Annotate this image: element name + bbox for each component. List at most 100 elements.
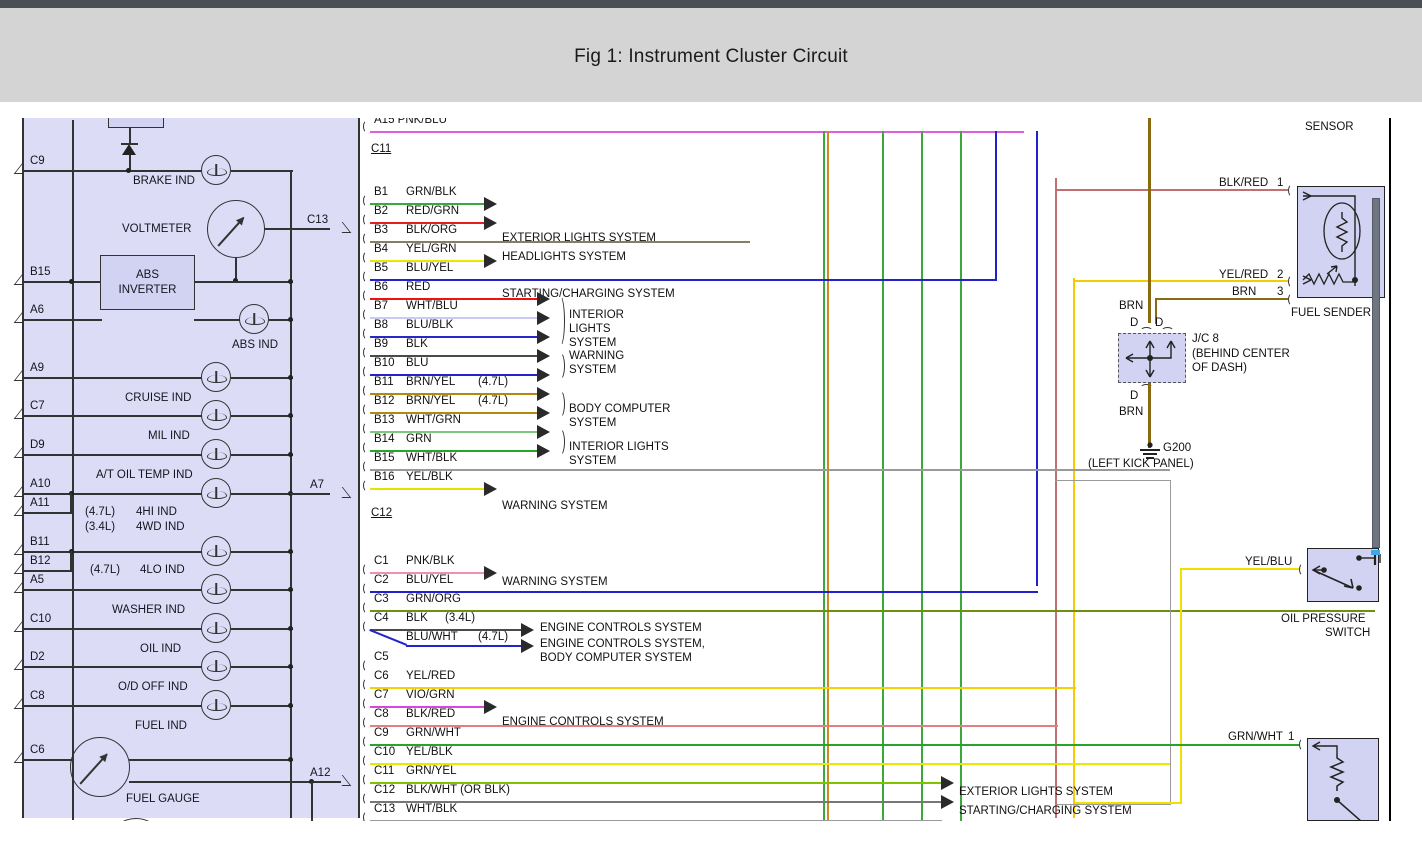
- wiring-diagram-viewport[interactable]: C9 BRAKE IND VOLTMETER C13 B15 ABS INVER…: [0, 118, 1422, 821]
- junction-dot: [288, 587, 293, 592]
- cluster-pin-c6: C6: [30, 744, 45, 756]
- jc8-connector-bottom: [1140, 384, 1153, 391]
- arrow-b7: [537, 311, 550, 325]
- pin-id-b15: B15: [374, 452, 395, 464]
- lower-sensor-internals: [1311, 741, 1362, 821]
- junction-dot: [288, 317, 293, 322]
- wire-oil-pressure-yel-blu: [1180, 568, 1299, 570]
- pin-id-b14: B14: [374, 433, 395, 445]
- connector-glyph-b7: [363, 308, 370, 321]
- wire-b13: [370, 431, 538, 433]
- pin-id-b1: B1: [374, 186, 389, 198]
- jc8-tag-left: D: [1130, 317, 1139, 329]
- cluster-pin-b11: B11: [30, 536, 50, 548]
- cluster-exit-c13: C13: [307, 214, 329, 226]
- pin-id-c2: C2: [374, 574, 389, 586]
- abs-inverter-line2: INVERTER: [118, 283, 177, 296]
- cluster-top-component-box: [108, 118, 164, 128]
- cluster-exit-a7: A7: [310, 479, 325, 491]
- cluster-label-4wd-ind: 4WD IND: [136, 521, 185, 533]
- wire-a10-a11-tie: [70, 493, 72, 513]
- wire-a11: [24, 512, 72, 514]
- connector-glyph-b16: [363, 479, 370, 492]
- routing-box-gray: [1055, 480, 1171, 805]
- pin-wire-b2: RED/GRN: [406, 205, 460, 217]
- lamp-washer-ind: [201, 574, 231, 604]
- cluster-label-od-off-ind: O/D OFF IND: [118, 681, 188, 693]
- wiring-diagram-canvas: C9 BRAKE IND VOLTMETER C13 B15 ABS INVER…: [0, 118, 1422, 821]
- wire-a10: [24, 493, 202, 495]
- jc8-line2: (BEHIND CENTER: [1192, 348, 1290, 360]
- cluster-label-cruise-ind: CRUISE IND: [125, 392, 192, 404]
- jc8-line3: OF DASH): [1192, 362, 1247, 374]
- system-label-system-3: SYSTEM: [569, 417, 617, 429]
- connector-glyph-b12: [363, 403, 370, 416]
- wire-to-c13: [290, 228, 330, 230]
- lamp-od-off-ind: [201, 651, 231, 681]
- page-title: Fig 1: Instrument Cluster Circuit: [574, 46, 848, 67]
- wire-b15: [370, 469, 1170, 471]
- wire-c8: [24, 705, 202, 707]
- connector-glyph-b3: [363, 232, 370, 245]
- pin-wire-c13: WHT/BLK: [406, 803, 458, 815]
- connector-glyph-b6: [363, 289, 370, 302]
- cluster-pin-b15: B15: [30, 266, 51, 278]
- connector-glyph-b13: [363, 422, 370, 435]
- wire-brake-ind-right: [231, 170, 293, 172]
- pin-wire-b1: GRN/BLK: [406, 186, 457, 198]
- diode-lead-upper: [129, 128, 131, 144]
- connector-glyph-c11: [363, 773, 370, 786]
- figure-header-bar: Fig 1: Instrument Cluster Circuit: [0, 8, 1422, 102]
- vertical-scrollbar-thumb[interactable]: [1372, 198, 1380, 548]
- fuel-sender-pin3-connector: [1288, 293, 1295, 306]
- connector-glyph-b10: [363, 365, 370, 378]
- lamp-brake-ind: [201, 155, 231, 185]
- arrow-b2: [484, 216, 497, 230]
- connector-glyph-b4: [363, 251, 370, 264]
- pin-wire-b5: BLU/YEL: [406, 262, 454, 274]
- fuel-sender-pin1-wire: BLK/RED: [1219, 177, 1269, 189]
- wire-c9: [24, 170, 202, 172]
- wire-fuel-sender-brn: [1155, 298, 1288, 300]
- wire-b7: [370, 317, 538, 319]
- wire-to-a7: [290, 493, 330, 495]
- arrow-b12: [537, 406, 550, 420]
- pin-wire-b7: WHT/BLU: [406, 300, 458, 312]
- wire-a9: [24, 377, 202, 379]
- cluster-pin-a5: A5: [30, 574, 45, 586]
- wire-b16: [370, 488, 485, 490]
- oil-pressure-switch-internals: [1311, 552, 1381, 591]
- connector-glyph-b9: [363, 346, 370, 359]
- fuel-sender-pin2-connector: [1288, 275, 1295, 288]
- pin-id-c8: C8: [374, 708, 389, 720]
- pin-id-b5: B5: [374, 262, 389, 274]
- wire-fuel-sender-yel-red: [1073, 280, 1288, 282]
- oil-pressure-switch-line2: SWITCH: [1325, 627, 1371, 639]
- connector-glyph-c13: [363, 811, 370, 821]
- bus-line-blu: [1036, 131, 1038, 586]
- label-brn-lower: BRN: [1119, 406, 1144, 418]
- arrow-b1: [484, 197, 497, 211]
- system-label-headlights: HEADLIGHTS SYSTEM: [502, 251, 626, 263]
- wire-b11: [24, 551, 202, 553]
- arrow-b11: [537, 387, 550, 401]
- bus-line-grn-2: [882, 131, 884, 821]
- abs-inverter-box: ABS INVERTER: [100, 255, 195, 310]
- pin-wire-b14: GRN: [406, 433, 432, 445]
- brace-interior-lights-2: [556, 428, 565, 456]
- connector-glyph-c5: [363, 659, 370, 672]
- pin-wire-c7: VIO/GRN: [406, 689, 455, 701]
- wire-oil-right: [231, 628, 293, 630]
- pin-note-c4: (3.4L): [445, 612, 476, 624]
- cluster-note-4wd-34: (3.4L): [85, 521, 116, 533]
- cluster-label-4lo-ind: 4LO IND: [140, 564, 185, 576]
- connector-glyph-c8: [363, 716, 370, 729]
- system-label-body-computer-2: BODY COMPUTER SYSTEM: [540, 652, 692, 664]
- wire-c6: [370, 687, 1076, 689]
- wire-fuel-sender-blk-red: [1055, 189, 1288, 191]
- cluster-pin-d2: D2: [30, 651, 45, 663]
- cluster-pin-c8: C8: [30, 690, 45, 702]
- system-label-engine-controls-2: ENGINE CONTROLS SYSTEM,: [540, 638, 705, 650]
- cluster-label-4hi-ind: 4HI IND: [136, 506, 177, 518]
- connector-glyph-b1: [363, 194, 370, 207]
